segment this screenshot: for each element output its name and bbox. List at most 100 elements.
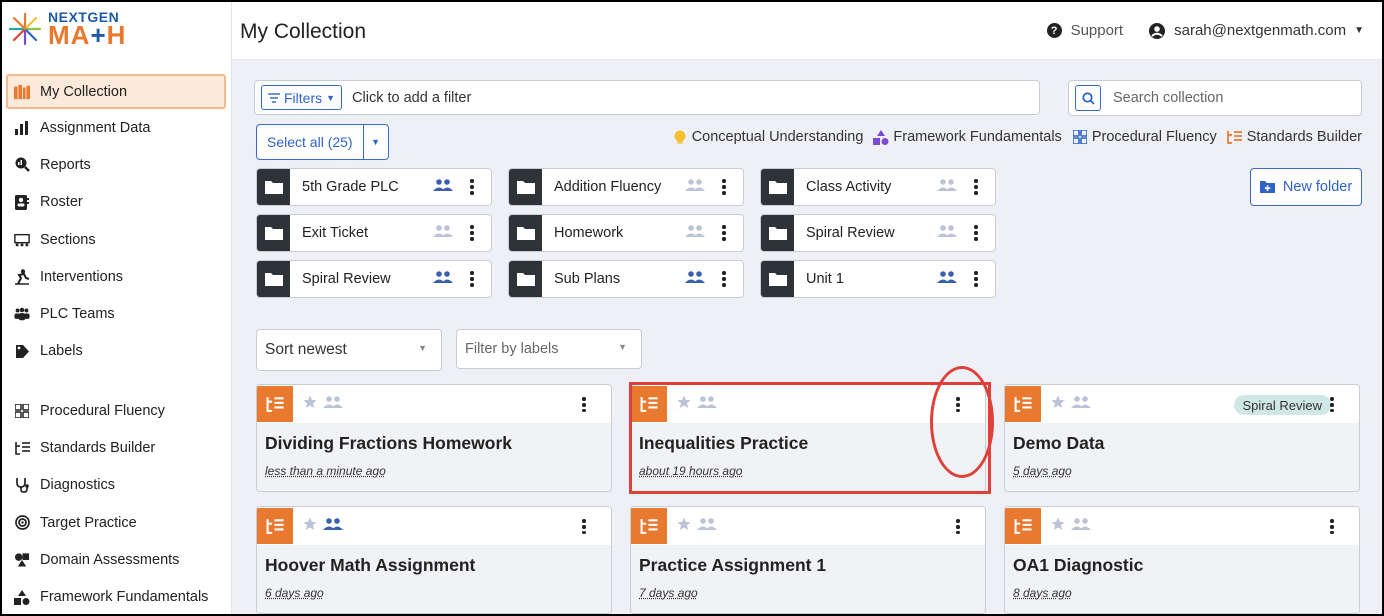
folder-item[interactable]: Homework — [508, 214, 744, 252]
folder-icon — [257, 215, 290, 251]
card-menu-button[interactable] — [577, 396, 591, 414]
card-title[interactable]: Inequalities Practice — [639, 433, 985, 454]
sidebar-item-label: Roster — [40, 194, 83, 211]
search-box[interactable]: Search collection — [1068, 80, 1362, 116]
filter-bar[interactable]: Filters ▼ Click to add a filter — [254, 80, 1040, 115]
card-menu-button[interactable] — [951, 396, 965, 414]
folder-item[interactable]: 5th Grade PLC — [256, 168, 492, 206]
assignment-card[interactable]: Dividing Fractions Homework less than a … — [256, 384, 612, 492]
sidebar-item-my-collection[interactable]: My Collection — [6, 74, 226, 109]
search-button[interactable] — [1075, 85, 1101, 111]
users-icon — [697, 517, 717, 535]
card-menu-button[interactable] — [1325, 396, 1339, 414]
sidebar-item-label: Framework Fundamentals — [40, 589, 209, 606]
folder-item[interactable]: Sub Plans — [508, 260, 744, 298]
folder-menu-button[interactable] — [717, 178, 731, 196]
card-title[interactable]: Practice Assignment 1 — [639, 555, 985, 576]
folder-menu-button[interactable] — [465, 270, 479, 288]
folder-item[interactable]: Spiral Review — [760, 214, 996, 252]
folder-menu-button[interactable] — [969, 224, 983, 242]
assignment-card[interactable]: OA1 Diagnostic 8 days ago — [1004, 506, 1360, 614]
main-content: Filters ▼ Click to add a filter Search c… — [232, 60, 1382, 614]
card-title[interactable]: Hoover Math Assignment — [265, 555, 611, 576]
card-menu-button[interactable] — [951, 518, 965, 536]
card-timestamp: about 19 hours ago — [639, 464, 743, 478]
star-icon[interactable] — [1051, 395, 1065, 414]
shapes-icon — [14, 552, 30, 568]
assignment-card[interactable]: Spiral Review Demo Data 5 days ago — [1004, 384, 1360, 492]
legend-procedural-fluency: Procedural Fluency — [1072, 129, 1217, 145]
sidebar-item-interventions[interactable]: Interventions — [2, 258, 232, 295]
sidebar-item-domain-assessments[interactable]: Domain Assessments — [2, 541, 232, 578]
sidebar-item-procedural-fluency[interactable]: Procedural Fluency — [2, 392, 232, 429]
star-icon[interactable] — [303, 517, 317, 536]
card-timestamp: 6 days ago — [265, 586, 324, 600]
folder-item[interactable]: Spiral Review — [256, 260, 492, 298]
folder-icon — [761, 215, 794, 251]
sidebar-item-assignment-data[interactable]: Assignment Data — [2, 109, 232, 146]
search-input[interactable]: Search collection — [1113, 90, 1223, 106]
assignment-card[interactable]: Inequalities Practice about 19 hours ago — [630, 384, 986, 492]
chevron-down-icon: ▼ — [618, 342, 627, 352]
folder-menu-button[interactable] — [717, 270, 731, 288]
sidebar-item-plc-teams[interactable]: PLC Teams — [2, 295, 232, 332]
sidebar-item-framework-fundamentals[interactable]: Framework Fundamentals — [2, 579, 232, 614]
sort-select[interactable]: Sort newest ▼ — [256, 329, 442, 371]
folder-item[interactable]: Addition Fluency — [508, 168, 744, 206]
folder-menu-button[interactable] — [969, 178, 983, 196]
sidebar-item-labels[interactable]: Labels — [2, 333, 232, 370]
sidebar-item-label: Reports — [40, 156, 91, 173]
label-tag[interactable]: Spiral Review — [1233, 395, 1331, 415]
assignment-card[interactable]: Hoover Math Assignment 6 days ago — [256, 506, 612, 614]
filters-button[interactable]: Filters ▼ — [261, 85, 343, 110]
folder-item[interactable]: Class Activity — [760, 168, 996, 206]
card-title[interactable]: Dividing Fractions Homework — [265, 433, 611, 454]
support-link[interactable]: ? Support — [1046, 22, 1123, 39]
select-all-button[interactable]: Select all (25) — [257, 125, 364, 159]
standards-icon — [1005, 508, 1041, 544]
folder-item[interactable]: Unit 1 — [760, 260, 996, 298]
sidebar-item-diagnostics[interactable]: Diagnostics — [2, 467, 232, 504]
folder-icon — [509, 261, 542, 297]
sidebar-item-standards-builder[interactable]: Standards Builder — [2, 429, 232, 466]
card-menu-button[interactable] — [577, 518, 591, 536]
card-title[interactable]: Demo Data — [1013, 433, 1359, 454]
sidebar-item-sections[interactable]: Sections — [2, 221, 232, 258]
sidebar-item-reports[interactable]: Reports — [2, 146, 232, 183]
star-icon[interactable] — [677, 517, 691, 536]
star-icon[interactable] — [303, 395, 317, 414]
standards-icon — [631, 386, 667, 422]
sidebar-item-label: PLC Teams — [40, 306, 115, 323]
new-folder-button[interactable]: New folder — [1250, 168, 1362, 206]
label-filter-select[interactable]: Filter by labels ▼ — [456, 329, 642, 369]
chevron-down-icon[interactable]: ▼ — [364, 125, 388, 159]
logo[interactable]: NEXTGEN MA+H — [8, 4, 126, 54]
sidebar-item-label: Assignment Data — [40, 119, 151, 136]
assignment-card[interactable]: Practice Assignment 1 7 days ago — [630, 506, 986, 614]
star-icon[interactable] — [1051, 517, 1065, 536]
standards-icon — [631, 508, 667, 544]
sidebar-item-label: Diagnostics — [40, 477, 115, 494]
users-icon — [433, 224, 453, 242]
card-menu-button[interactable] — [1325, 518, 1339, 536]
sidebar-item-roster[interactable]: Roster — [2, 184, 232, 221]
folder-menu-button[interactable] — [465, 178, 479, 196]
star-icon[interactable] — [677, 395, 691, 414]
folder-menu-button[interactable] — [717, 224, 731, 242]
card-timestamp: 5 days ago — [1013, 464, 1072, 478]
lightbulb-icon — [672, 129, 688, 145]
chevron-down-icon: ▼ — [326, 92, 336, 103]
shared-users-icon — [433, 270, 453, 288]
books-icon — [14, 84, 30, 100]
folder-menu-button[interactable] — [465, 224, 479, 242]
card-title[interactable]: OA1 Diagnostic — [1013, 555, 1359, 576]
app-window: NEXTGEN MA+H My Collection Assignment Da… — [2, 2, 1382, 614]
shared-users-icon — [937, 270, 957, 288]
sidebar-item-target-practice[interactable]: Target Practice — [2, 504, 232, 541]
sidebar-item-label: Standards Builder — [40, 440, 156, 457]
select-all-control[interactable]: Select all (25) ▼ — [256, 124, 389, 160]
folder-item[interactable]: Exit Ticket — [256, 214, 492, 252]
filter-input[interactable]: Click to add a filter — [352, 90, 471, 106]
user-menu[interactable]: sarah@nextgenmath.com ▼ — [1149, 22, 1364, 39]
folder-menu-button[interactable] — [969, 270, 983, 288]
